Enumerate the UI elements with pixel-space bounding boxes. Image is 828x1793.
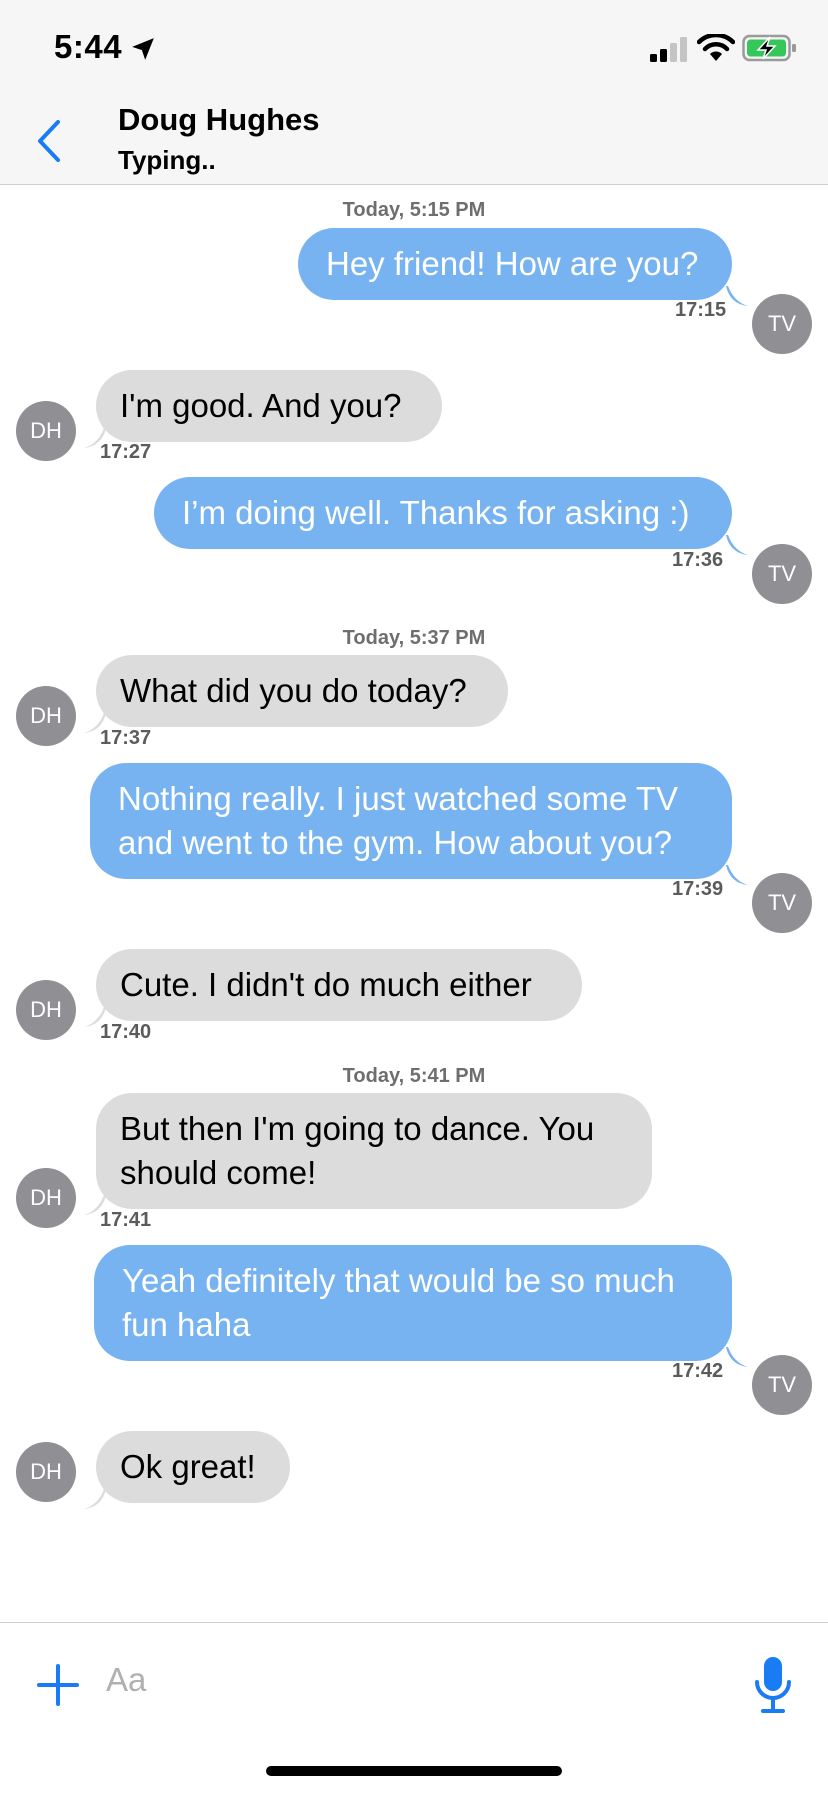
status-time: 5:44 [54,28,123,65]
cellular-signal-icon [650,37,687,62]
message-text: Cute. I didn't do much either [120,966,532,1003]
microphone-icon[interactable] [752,1655,794,1715]
bubble-tail [726,1347,748,1367]
message-time: 17:40 [100,1021,152,1043]
avatar: TV [752,544,812,604]
avatar: DH [16,1442,76,1502]
message-text: I’m doing well. Thanks for asking :) [182,494,690,531]
message-text-line: should come! [120,1154,317,1191]
message-time: 17:37 [100,727,152,749]
timestamp-divider: Today, 5:41 PM [342,1065,486,1087]
message-text-line: fun haha [122,1306,251,1343]
battery-charging-icon [742,34,796,62]
message-time: 17:36 [672,549,724,571]
incoming-message-bubble[interactable]: But then I'm going to dance. You should … [96,1093,652,1209]
bubble-tail [84,1489,106,1509]
message-text-line: and went to the gym. How about you? [118,824,673,861]
back-chevron-icon[interactable] [30,116,70,166]
message-input[interactable] [104,1649,628,1711]
avatar: TV [752,873,812,933]
avatar: DH [16,1168,76,1228]
outgoing-message-bubble[interactable]: Hey friend! How are you? [298,228,732,300]
avatar: TV [752,294,812,354]
wifi-icon [697,34,735,61]
avatar: DH [16,686,76,746]
avatar: DH [16,980,76,1040]
timestamp-divider: Today, 5:15 PM [342,199,486,221]
message-text: Ok great! [120,1448,256,1485]
message-text-line: Yeah definitely that would be so much [122,1262,675,1299]
avatar: TV [752,1355,812,1415]
home-indicator [266,1766,562,1776]
timestamp-divider: Today, 5:37 PM [342,627,486,649]
incoming-message-bubble[interactable]: Cute. I didn't do much either [96,949,582,1021]
incoming-message-bubble[interactable]: Ok great! [96,1431,290,1503]
bubble-tail [726,286,748,306]
message-time: 17:42 [672,1360,724,1382]
outgoing-message-bubble[interactable]: Nothing really. I just watched some TV a… [90,763,732,879]
message-text-line: Nothing really. I just watched some TV [118,780,679,817]
message-text-line: But then I'm going to dance. You [120,1110,595,1147]
outgoing-message-bubble[interactable]: I’m doing well. Thanks for asking :) [154,477,732,549]
avatar: DH [16,401,76,461]
outgoing-message-bubble[interactable]: Yeah definitely that would be so much fu… [94,1245,732,1361]
contact-name: Doug Hughes [118,102,320,137]
message-time: 17:15 [675,299,727,321]
message-text: Hey friend! How are you? [326,245,699,282]
message-text: I'm good. And you? [120,387,402,424]
location-arrow-icon [132,38,154,60]
navigation-header: 5:44 Doug Hughes Typing.. [0,0,828,185]
typing-status: Typing.. [118,145,216,175]
message-time: 17:41 [100,1209,152,1231]
message-time: 17:39 [672,878,724,900]
bubble-tail [726,535,748,555]
plus-icon[interactable] [36,1663,80,1707]
bubble-tail [726,865,748,885]
message-time: 17:27 [100,441,152,463]
incoming-message-bubble[interactable]: What did you do today? [96,655,508,727]
incoming-message-bubble[interactable]: I'm good. And you? [96,370,442,442]
message-text: What did you do today? [120,672,467,709]
